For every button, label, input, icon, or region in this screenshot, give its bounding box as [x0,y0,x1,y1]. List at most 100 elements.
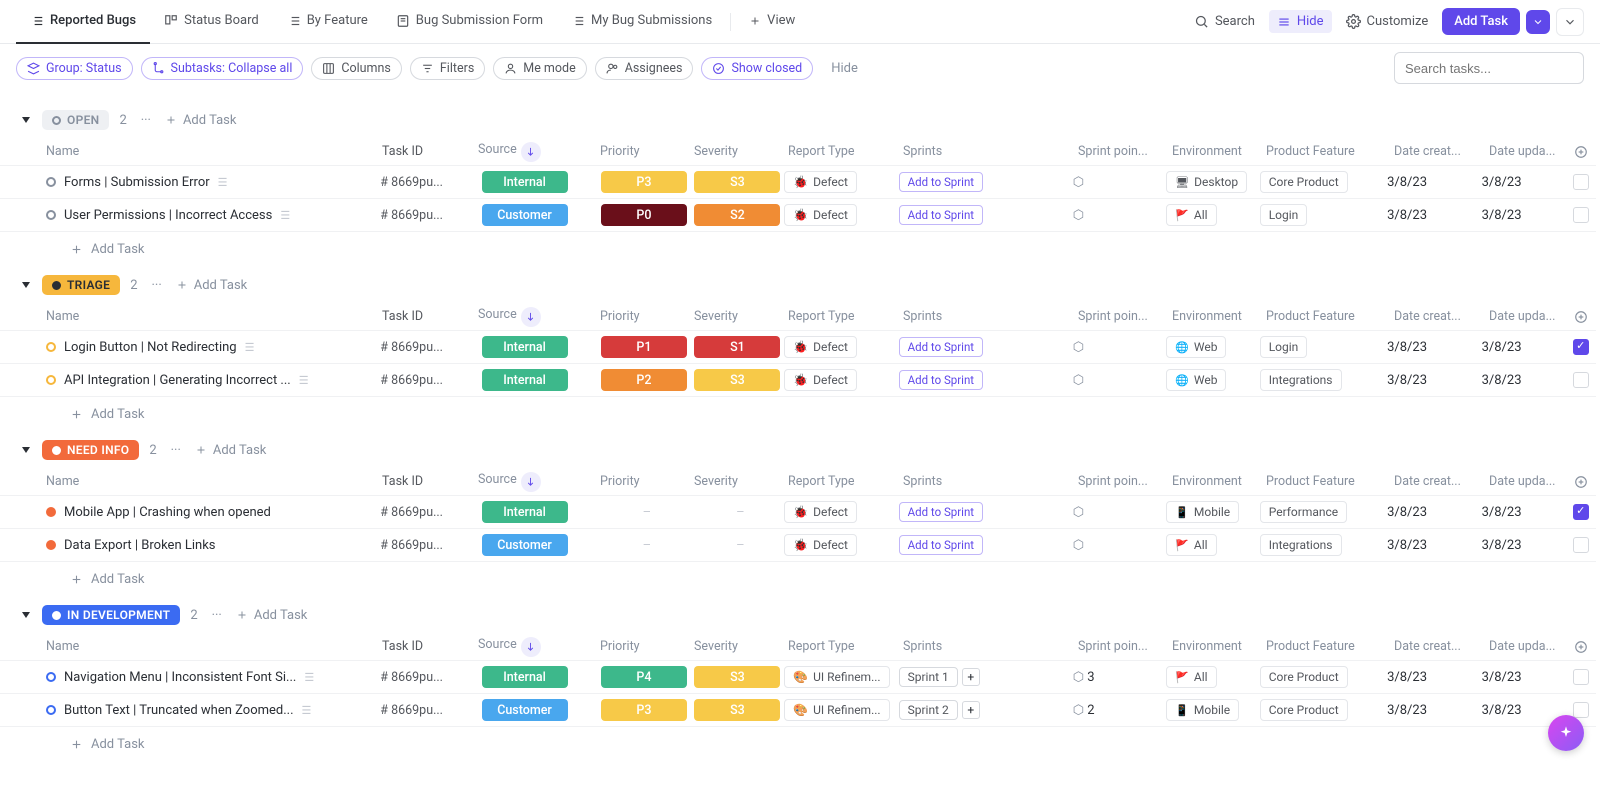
sprint-points-cell[interactable]: ⬡ [1073,373,1167,388]
report-type-badge[interactable]: 🎨UI Refinem... [784,699,889,721]
col-environment[interactable]: Environment [1172,309,1266,324]
points-icon[interactable]: ⬡ [1073,175,1084,190]
status-pill[interactable]: OPEN [42,110,109,130]
task-id[interactable]: # 8669pu... [380,670,476,685]
add-task-row[interactable]: Add Task [0,562,1596,587]
sort-indicator[interactable] [521,472,541,492]
report-type-badge[interactable]: 🐞Defect [784,501,857,523]
sprint-points-cell[interactable]: ⬡ 2 [1073,703,1167,718]
task-id[interactable]: # 8669pu... [380,373,476,388]
status-dot[interactable] [46,507,56,517]
task-row[interactable]: API Integration | Generating Incorrect .… [0,364,1596,397]
priority-badge[interactable]: P4 [601,666,687,688]
col-sprint-points[interactable]: Sprint poin... [1078,474,1172,489]
source-badge[interactable]: Customer [482,534,568,556]
feature-badge[interactable]: Login [1260,336,1308,358]
task-name[interactable]: Mobile App | Crashing when opened [64,505,271,520]
col-taskid[interactable]: Task ID [382,144,478,159]
add-to-sprint-button[interactable]: Add to Sprint [899,205,983,225]
col-date-updated[interactable]: Date upda... [1489,144,1574,159]
columns-chip[interactable]: Columns [311,57,402,80]
col-priority[interactable]: Priority [600,474,694,489]
task-row[interactable]: Navigation Menu | Inconsistent Font Si..… [0,661,1596,694]
col-severity[interactable]: Severity [694,639,788,654]
group-add-task[interactable]: Add Task [236,608,308,623]
task-name[interactable]: Forms | Submission Error [64,175,210,190]
sprint-points-cell[interactable]: ⬡ [1073,505,1167,520]
col-report-type[interactable]: Report Type [788,639,903,654]
col-sprints[interactable]: Sprints [903,144,1078,159]
task-id[interactable]: # 8669pu... [380,208,476,223]
tab-reported-bugs[interactable]: Reported Bugs [16,0,150,44]
source-badge[interactable]: Internal [482,666,568,688]
show-closed-chip[interactable]: Show closed [701,57,813,80]
col-source[interactable]: Source [478,472,576,492]
add-column-button[interactable] [1574,145,1594,159]
points-icon[interactable]: ⬡ [1073,538,1084,553]
task-row[interactable]: Data Export | Broken Links # 8669pu... C… [0,529,1596,562]
col-taskid[interactable]: Task ID [382,309,478,324]
search-tasks-input[interactable] [1394,52,1584,84]
source-badge[interactable]: Internal [482,336,568,358]
report-type-badge[interactable]: 🐞Defect [784,171,857,193]
status-dot[interactable] [46,540,56,550]
feature-badge[interactable]: Integrations [1260,369,1342,391]
col-severity[interactable]: Severity [694,309,788,324]
environment-badge[interactable]: 📱Mobile [1166,501,1239,523]
feature-badge[interactable]: Login [1260,204,1308,226]
col-date-created[interactable]: Date creat... [1394,309,1489,324]
priority-badge[interactable]: P3 [601,699,687,721]
col-sprint-points[interactable]: Sprint poin... [1078,144,1172,159]
task-row[interactable]: Mobile App | Crashing when opened # 8669… [0,496,1596,529]
add-to-sprint-button[interactable]: Add to Sprint [899,370,983,390]
environment-badge[interactable]: 🌐Web [1166,369,1226,391]
collapse-toggle[interactable] [20,279,32,291]
sprint-points-cell[interactable]: ⬡ 3 [1073,670,1167,685]
source-badge[interactable]: Internal [482,369,568,391]
feature-badge[interactable]: Performance [1260,501,1347,523]
col-name[interactable]: Name [46,639,382,654]
col-sprints[interactable]: Sprints [903,639,1078,654]
source-badge[interactable]: Internal [482,171,568,193]
tab-by-feature[interactable]: By Feature [273,0,382,44]
collapse-toggle[interactable] [20,609,32,621]
customize-button[interactable]: Customize [1338,10,1437,33]
col-date-updated[interactable]: Date upda... [1489,639,1574,654]
row-checkbox[interactable] [1573,207,1589,223]
feature-badge[interactable]: Core Product [1260,171,1348,193]
col-product-feature[interactable]: Product Feature [1266,474,1394,489]
group-more-button[interactable]: ··· [208,608,226,623]
col-product-feature[interactable]: Product Feature [1266,309,1394,324]
col-priority[interactable]: Priority [600,309,694,324]
row-checkbox[interactable] [1573,339,1589,355]
col-product-feature[interactable]: Product Feature [1266,639,1394,654]
task-id[interactable]: # 8669pu... [380,175,476,190]
task-row[interactable]: User Permissions | Incorrect Access ☰ # … [0,199,1596,232]
col-priority[interactable]: Priority [600,639,694,654]
collapse-toggle[interactable] [20,114,32,126]
task-name[interactable]: API Integration | Generating Incorrect .… [64,373,291,388]
sort-indicator[interactable] [521,637,541,657]
task-row[interactable]: Login Button | Not Redirecting ☰ # 8669p… [0,331,1596,364]
row-checkbox[interactable] [1573,372,1589,388]
tab-status-board[interactable]: Status Board [150,0,273,44]
col-report-type[interactable]: Report Type [788,309,903,324]
col-report-type[interactable]: Report Type [788,474,903,489]
task-id[interactable]: # 8669pu... [380,703,476,718]
add-task-dropdown[interactable] [1526,10,1550,34]
task-row[interactable]: Forms | Submission Error ☰ # 8669pu... I… [0,166,1596,199]
more-menu-button[interactable] [1556,8,1584,36]
col-sprint-points[interactable]: Sprint poin... [1078,639,1172,654]
task-name[interactable]: Navigation Menu | Inconsistent Font Si..… [64,670,296,685]
status-dot[interactable] [46,705,56,715]
points-icon[interactable]: ⬡ [1073,373,1084,388]
col-severity[interactable]: Severity [694,144,788,159]
source-badge[interactable]: Customer [482,204,568,226]
col-date-updated[interactable]: Date upda... [1489,309,1574,324]
status-pill[interactable]: IN DEVELOPMENT [42,605,180,625]
feature-badge[interactable]: Integrations [1260,534,1342,556]
group-chip[interactable]: Group: Status [16,57,133,80]
report-type-badge[interactable]: 🐞Defect [784,534,857,556]
col-environment[interactable]: Environment [1172,144,1266,159]
report-type-badge[interactable]: 🐞Defect [784,204,857,226]
